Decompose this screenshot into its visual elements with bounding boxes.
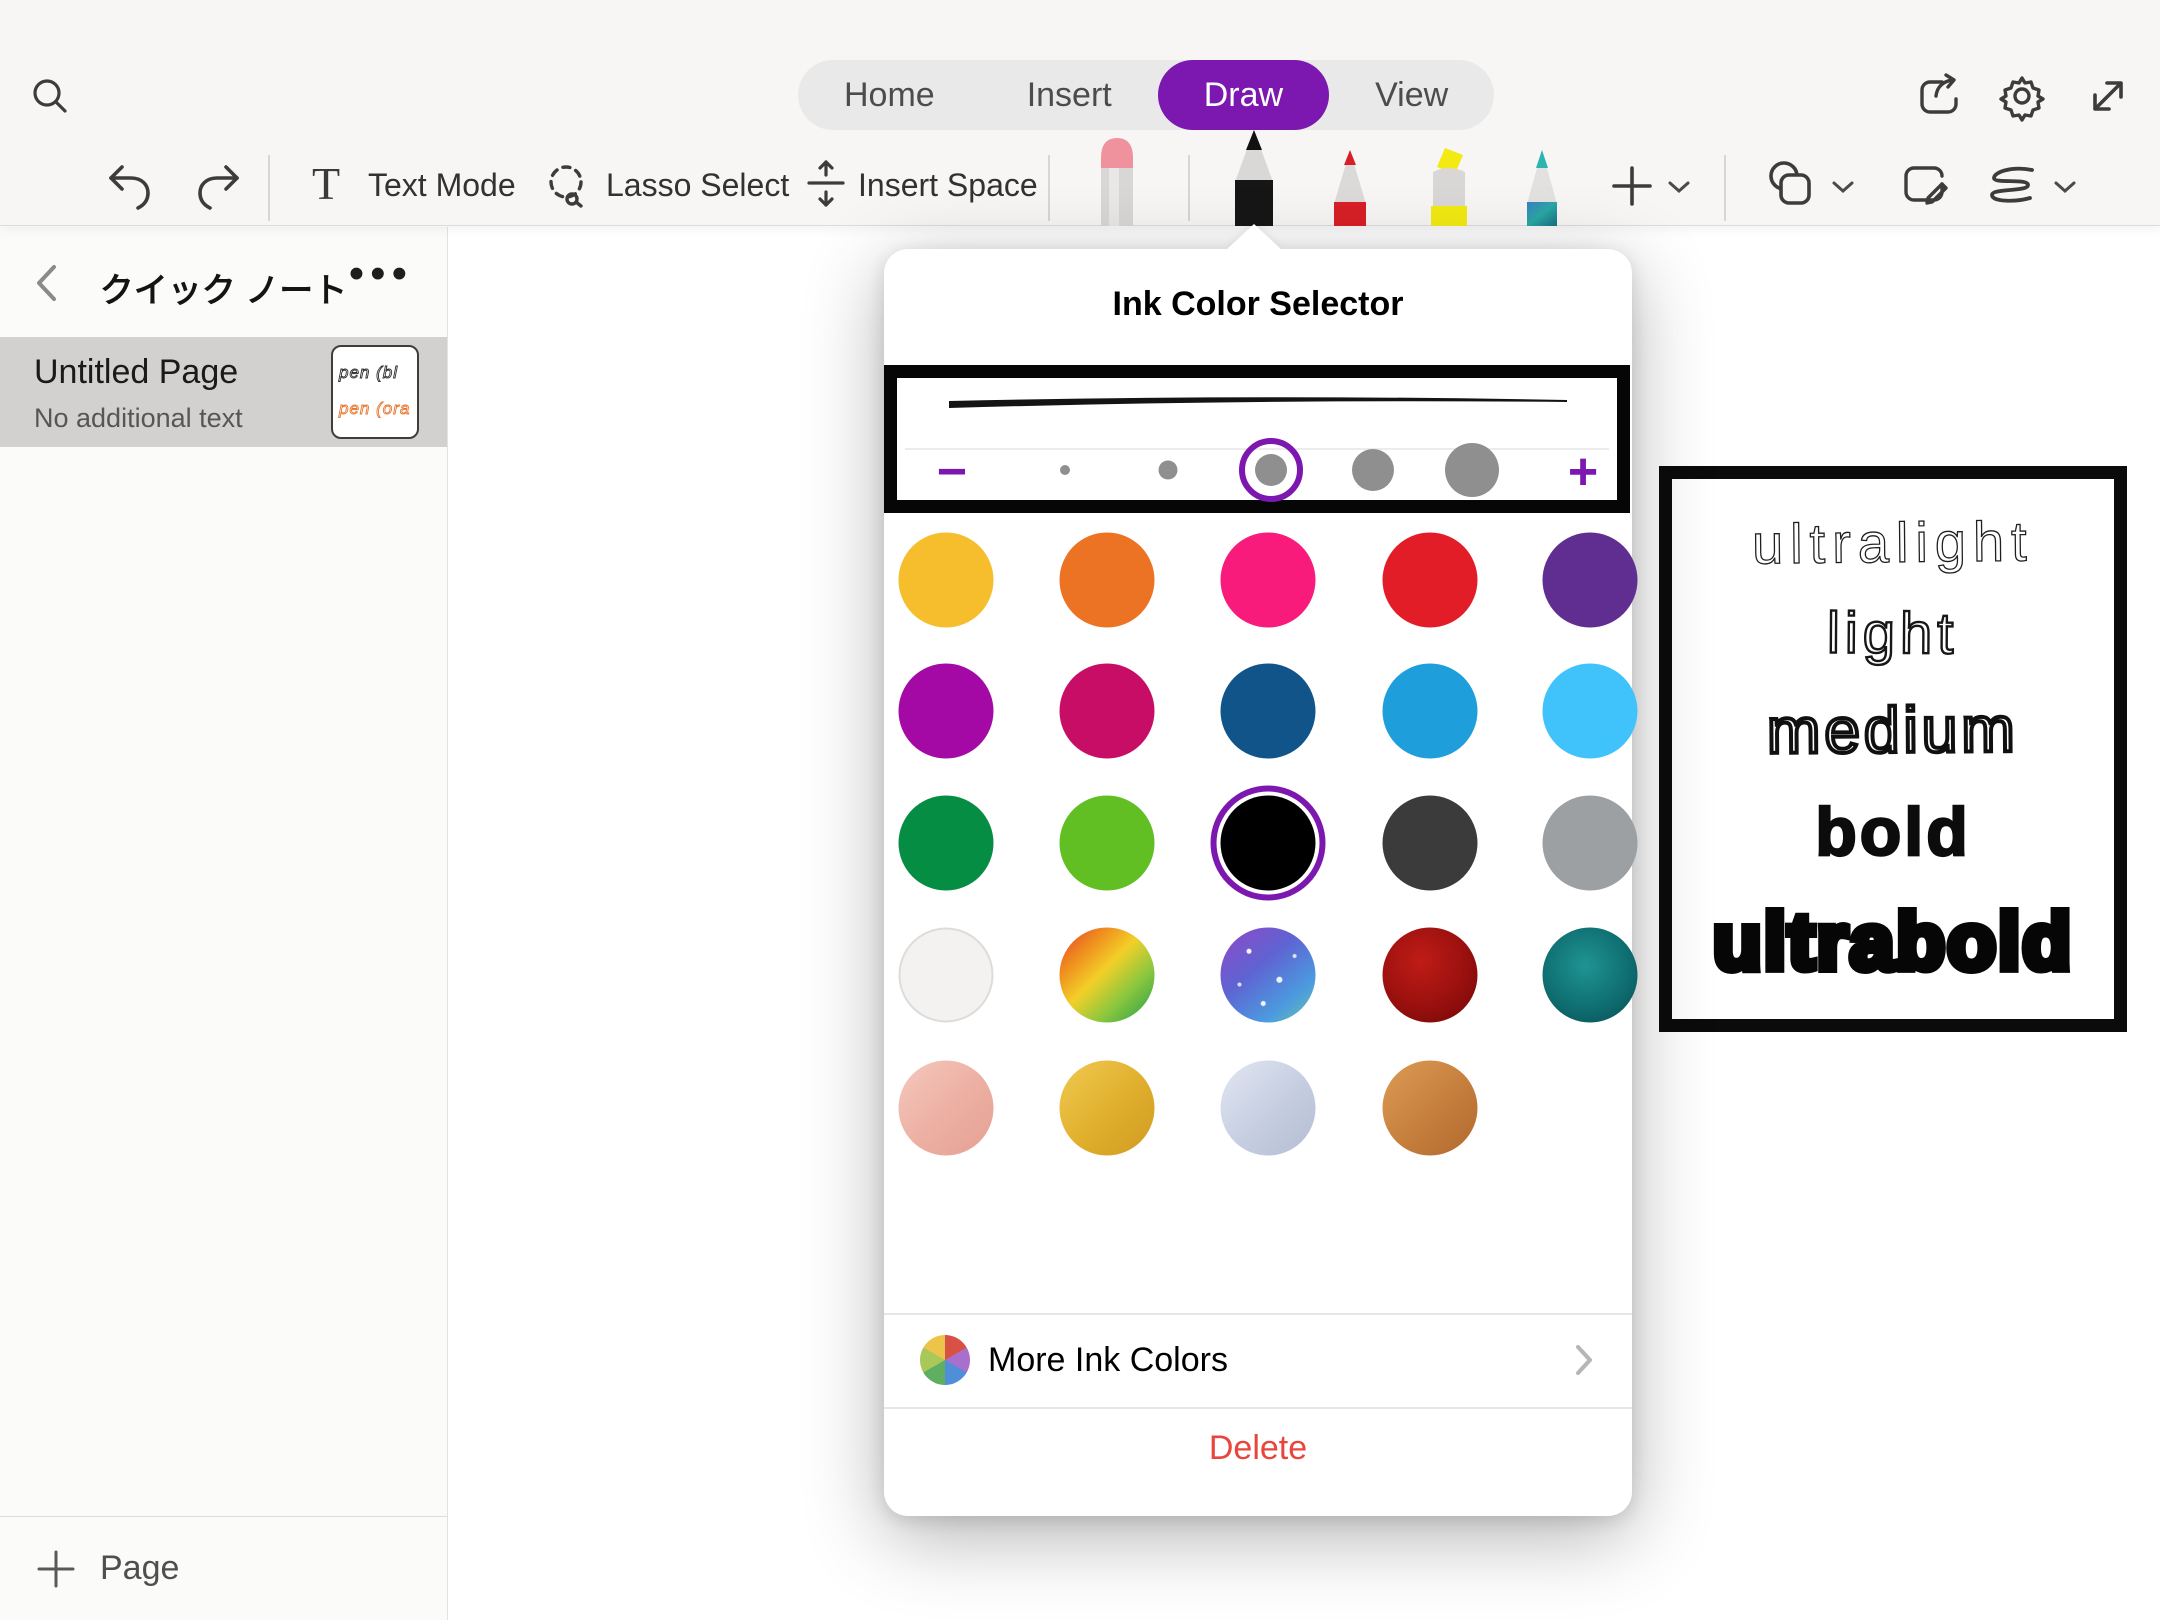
- lasso-select-label[interactable]: Lasso Select: [606, 167, 789, 204]
- color-wheel-icon: [920, 1335, 970, 1385]
- ink-color-swatch-blue[interactable]: [1383, 664, 1478, 759]
- more-ink-colors-label: More Ink Colors: [988, 1341, 1228, 1380]
- ink-color-swatch-pink[interactable]: [1221, 533, 1316, 628]
- toolbar-divider: [1048, 155, 1050, 221]
- ink-sample-bold: bold: [1815, 793, 1971, 871]
- search-icon[interactable]: [26, 72, 74, 120]
- stroke-preview: [949, 394, 1567, 421]
- ink-color-swatch-black[interactable]: [1221, 796, 1316, 891]
- divider: [884, 1407, 1632, 1409]
- tab-insert[interactable]: Insert: [981, 60, 1158, 130]
- stroke-size-selector: − +: [897, 450, 1617, 498]
- shapes-icon[interactable]: [1762, 156, 1820, 214]
- plus-icon: [34, 1547, 78, 1591]
- ink-color-swatch-galaxy[interactable]: [1221, 928, 1316, 1023]
- highlighter-yellow[interactable]: [1421, 146, 1477, 231]
- toolbar-divider: [268, 155, 270, 221]
- add-page-label: Page: [100, 1549, 179, 1588]
- expand-icon[interactable]: [2080, 68, 2136, 124]
- ink-color-swatch-gray[interactable]: [1543, 796, 1638, 891]
- top-toolbar-area: HomeInsertDrawView: [0, 0, 2160, 226]
- text-mode-icon[interactable]: T: [312, 158, 340, 210]
- page-subtitle: No additional text: [34, 403, 243, 434]
- thumbnail-ink-line: pen (ora: [339, 391, 411, 427]
- more-options-icon[interactable]: •••: [349, 249, 413, 299]
- ink-color-swatch-purple[interactable]: [899, 664, 994, 759]
- popup-title: Ink Color Selector: [884, 285, 1632, 324]
- ribbon-tabs: HomeInsertDrawView: [798, 60, 1494, 130]
- lasso-select-icon[interactable]: [540, 158, 594, 212]
- ink-sample-ultrabold: ultrabold: [1713, 896, 2073, 988]
- add-page-button[interactable]: Page: [0, 1516, 447, 1620]
- tab-draw[interactable]: Draw: [1158, 60, 1329, 130]
- page-title: Untitled Page: [34, 353, 238, 392]
- page-thumbnail: pen (blpen (ora: [331, 345, 419, 439]
- thumbnail-ink-line: pen (bl: [339, 355, 411, 391]
- ink-color-swatch-gold[interactable]: [1060, 1061, 1155, 1156]
- chevron-down-icon[interactable]: [2052, 178, 2078, 196]
- add-pen-icon[interactable]: [1608, 162, 1656, 210]
- tab-view[interactable]: View: [1329, 60, 1494, 130]
- undo-icon[interactable]: [104, 160, 156, 212]
- size-dot-3[interactable]: [1255, 454, 1287, 486]
- size-decrease-button[interactable]: −: [937, 444, 967, 500]
- ink-color-swatch-yellow[interactable]: [899, 533, 994, 628]
- sidebar: クイック ノート ••• Untitled Page No additional…: [0, 227, 448, 1620]
- ink-color-swatch-red[interactable]: [1383, 533, 1478, 628]
- size-dot-2[interactable]: [1159, 461, 1178, 480]
- chevron-right-icon: [1574, 1343, 1594, 1377]
- more-ink-colors-row[interactable]: More Ink Colors: [884, 1313, 1632, 1407]
- ink-annotate-icon[interactable]: [1898, 158, 1952, 212]
- ink-color-swatch-lime-green[interactable]: [1060, 796, 1155, 891]
- ink-sample-light: light: [1827, 600, 1959, 668]
- ink-color-swatch-red-marble[interactable]: [1383, 928, 1478, 1023]
- ink-color-swatch-violet[interactable]: [1543, 533, 1638, 628]
- tab-home[interactable]: Home: [798, 60, 981, 130]
- size-dot-4[interactable]: [1352, 449, 1394, 491]
- insert-space-label[interactable]: Insert Space: [858, 167, 1038, 204]
- ink-color-swatch-rainbow-glitter[interactable]: [1060, 928, 1155, 1023]
- ink-sample-ultralight: ultralight: [1752, 508, 2034, 576]
- ink-color-swatch-rose-gold[interactable]: [899, 1061, 994, 1156]
- popup-anchor-caret: [1226, 224, 1282, 250]
- pen-black-selected[interactable]: [1222, 128, 1286, 231]
- size-dot-1[interactable]: [1060, 465, 1070, 475]
- page-list-item[interactable]: Untitled Page No additional text pen (bl…: [0, 337, 447, 447]
- ink-color-swatch-navy-blue[interactable]: [1221, 664, 1316, 759]
- ink-weight-sample: ultralight light medium bold ultrabold: [1659, 466, 2127, 1032]
- stroke-width-section: − +: [884, 365, 1630, 513]
- ink-color-swatch-orange[interactable]: [1060, 533, 1155, 628]
- pen-red[interactable]: [1324, 146, 1376, 231]
- toolbar-divider: [1724, 155, 1726, 221]
- redo-icon[interactable]: [192, 160, 244, 212]
- delete-pen-button[interactable]: Delete: [884, 1429, 1632, 1468]
- share-icon[interactable]: [1908, 68, 1964, 124]
- ink-stroke-icon[interactable]: [1982, 162, 2042, 210]
- ink-color-swatch-white[interactable]: [899, 928, 994, 1023]
- ink-color-swatch-bronze[interactable]: [1383, 1061, 1478, 1156]
- ink-color-swatch-raspberry[interactable]: [1060, 664, 1155, 759]
- chevron-down-icon[interactable]: [1666, 178, 1692, 196]
- eraser[interactable]: [1087, 134, 1147, 231]
- settings-icon[interactable]: [1994, 68, 2050, 124]
- chevron-down-icon[interactable]: [1830, 178, 1856, 196]
- toolbar-divider: [1188, 155, 1190, 221]
- text-mode-label[interactable]: Text Mode: [368, 167, 516, 204]
- ink-color-swatch-sky-blue[interactable]: [1543, 664, 1638, 759]
- ink-color-swatch-dark-gray[interactable]: [1383, 796, 1478, 891]
- ink-sample-medium: medium: [1767, 692, 2019, 768]
- size-increase-button[interactable]: +: [1568, 444, 1598, 500]
- ink-color-swatch-green[interactable]: [899, 796, 994, 891]
- ink-color-swatch-silver[interactable]: [1221, 1061, 1316, 1156]
- insert-space-icon[interactable]: [800, 158, 852, 210]
- ink-color-selector-popup: Ink Color Selector − + More Ink Colors D…: [884, 249, 1632, 1516]
- size-dot-5[interactable]: [1445, 443, 1499, 497]
- pencil-teal[interactable]: [1516, 146, 1568, 231]
- onenote-app: HomeInsertDrawView: [0, 0, 2160, 1620]
- ink-color-swatch-teal-marble[interactable]: [1543, 928, 1638, 1023]
